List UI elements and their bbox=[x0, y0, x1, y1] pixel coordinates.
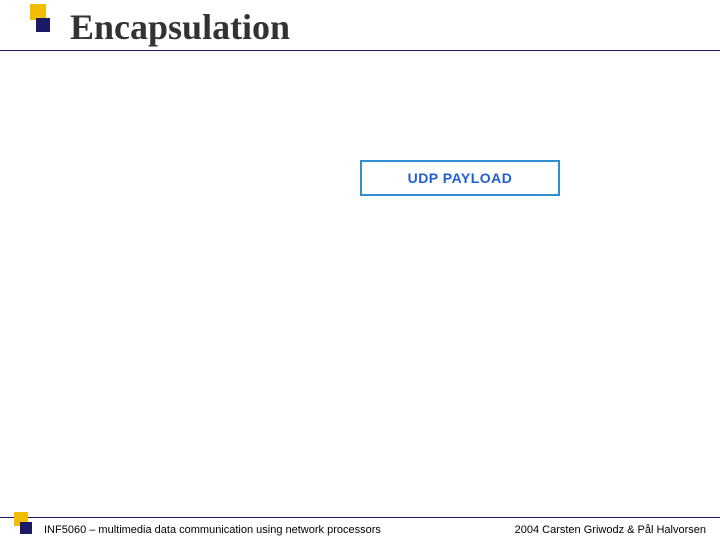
footer-bullet-icon bbox=[14, 512, 42, 540]
footer-course-text: INF5060 – multimedia data communication … bbox=[44, 524, 381, 536]
title-divider bbox=[0, 50, 720, 51]
footer-divider bbox=[0, 517, 720, 518]
footer-credits-text: 2004 Carsten Griwodz & Pål Halvorsen bbox=[515, 524, 706, 536]
page-title: Encapsulation bbox=[70, 6, 290, 48]
udp-payload-box: UDP PAYLOAD bbox=[360, 160, 560, 196]
title-bullet-icon bbox=[30, 0, 58, 48]
udp-payload-label: UDP PAYLOAD bbox=[408, 170, 513, 186]
